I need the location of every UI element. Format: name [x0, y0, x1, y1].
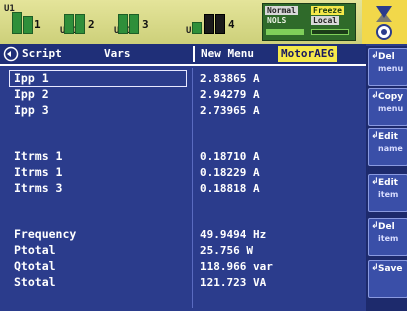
row-label: Ipp 1 — [14, 71, 49, 85]
row-value: 0.18710 A — [200, 150, 260, 163]
row-value: 49.9494 Hz — [200, 228, 267, 241]
channel-1-number: 1 — [34, 18, 41, 31]
tab-vars[interactable]: Vars — [104, 46, 131, 62]
edit-item-button[interactable]: ↲ Edit item — [368, 174, 407, 212]
softkey-sublabel: menu — [378, 64, 404, 73]
softkey-label: Edit — [378, 132, 398, 142]
tab-new-menu[interactable]: New Menu — [201, 46, 254, 62]
edit-name-button[interactable]: ↲ Edit name — [368, 128, 407, 166]
current-level-bar — [215, 14, 225, 34]
copy-menu-button[interactable]: ↲ Copy menu — [368, 88, 407, 126]
table-row[interactable]: Ptotal 25.756 W — [8, 243, 360, 258]
current-level-bar — [23, 16, 33, 34]
row-value: 0.18229 A — [200, 166, 260, 179]
table-row[interactable]: Ipp 2 2.94279 A — [8, 87, 360, 102]
softkey-label: Edit — [378, 178, 398, 188]
row-label: Itrms 3 — [14, 181, 63, 195]
channel-1-indicator: U1 1 — [4, 4, 44, 36]
row-value: 2.94279 A — [200, 88, 260, 101]
row-value: 121.723 VA — [200, 276, 267, 289]
softkey-sublabel: item — [378, 190, 399, 199]
tab-script[interactable]: Script — [22, 46, 62, 62]
signal-level-bar — [266, 29, 304, 35]
row-value: 2.83865 A — [200, 72, 260, 85]
channel-3-indicator: U I 3 — [114, 4, 154, 36]
row-label: Ipp 3 — [14, 103, 49, 117]
system-status-corner — [362, 0, 407, 44]
freeze-label: Freeze — [311, 6, 344, 15]
save-button[interactable]: ↲ Save — [368, 260, 407, 298]
del-item-button[interactable]: ↲ Del item — [368, 218, 407, 256]
softkey-sublabel: name — [378, 144, 403, 153]
normal-mode-label: Normal — [265, 6, 298, 15]
voltage-level-bar — [12, 12, 22, 34]
table-row[interactable]: Qtotal 118.966 var — [8, 259, 360, 274]
softkey-sublabel: item — [378, 234, 399, 243]
softkey-sublabel: menu — [378, 104, 404, 113]
local-label: Local — [311, 16, 340, 25]
channel-2-number: 2 — [88, 18, 95, 31]
row-label: Itrms 1 — [14, 149, 63, 163]
voltage-level-bar — [192, 22, 202, 34]
measurement-table: Ipp 1 2.83865 A Ipp 2 2.94279 A Ipp 3 2.… — [8, 68, 360, 308]
voltage-level-bar — [118, 14, 128, 34]
table-row[interactable]: Ipp 1 2.83865 A — [8, 70, 360, 87]
softkey-label: Del — [378, 52, 395, 62]
current-level-bar — [204, 14, 214, 34]
channel-4-number: 4 — [228, 18, 235, 31]
hourglass-icon — [376, 6, 392, 40]
current-level-bar — [129, 14, 139, 34]
table-row[interactable]: Itrms 1 0.18710 A — [8, 149, 360, 164]
voltage-level-bar — [64, 14, 74, 34]
tab-motoraeg[interactable]: MotorAEG — [278, 46, 337, 62]
row-label: Stotal — [14, 275, 56, 289]
table-row[interactable]: Itrms 1 0.18229 A — [8, 165, 360, 180]
channel-4-indicator: U I 4 — [186, 4, 246, 36]
row-label: Itrms 1 — [14, 165, 63, 179]
table-row[interactable]: Stotal 121.723 VA — [8, 275, 360, 290]
row-value: 25.756 W — [200, 244, 253, 257]
row-value: 0.18818 A — [200, 182, 260, 195]
nols-label: NOLS — [267, 16, 287, 25]
row-label: Frequency — [14, 227, 77, 241]
current-level-bar — [75, 14, 85, 34]
row-label: Qtotal — [14, 259, 56, 273]
channel-3-number: 3 — [142, 18, 149, 31]
table-row[interactable]: Ipp 3 2.73965 A — [8, 103, 360, 118]
acquisition-status-box: Normal Freeze NOLS Local — [262, 3, 356, 41]
table-row[interactable]: Frequency 49.9494 Hz — [8, 227, 360, 242]
softkey-label: Del — [378, 222, 395, 232]
table-row[interactable]: Itrms 3 0.18818 A — [8, 181, 360, 196]
row-value: 2.73965 A — [200, 104, 260, 117]
row-label: Ipp 2 — [14, 87, 49, 101]
tab-divider — [193, 46, 195, 62]
del-menu-button[interactable]: ↲ Del menu — [368, 48, 407, 86]
softkey-panel: ↲ Del menu ↲ Copy menu ↲ Edit name ↲ Edi… — [366, 46, 407, 311]
row-value: 118.966 var — [200, 260, 273, 273]
softkey-label: Copy — [378, 92, 404, 102]
softkey-label: Save — [378, 264, 403, 274]
channel-2-indicator: U I 2 — [60, 4, 100, 36]
row-label: Ptotal — [14, 243, 56, 257]
channel-status-bar: U1 1 U I 2 U I 3 U I 4 Normal Freeze NOL… — [0, 0, 407, 44]
menu-tab-row: Script Vars New Menu MotorAEG — [0, 44, 366, 66]
signal-level-bar — [311, 29, 349, 35]
script-icon[interactable] — [3, 46, 19, 62]
